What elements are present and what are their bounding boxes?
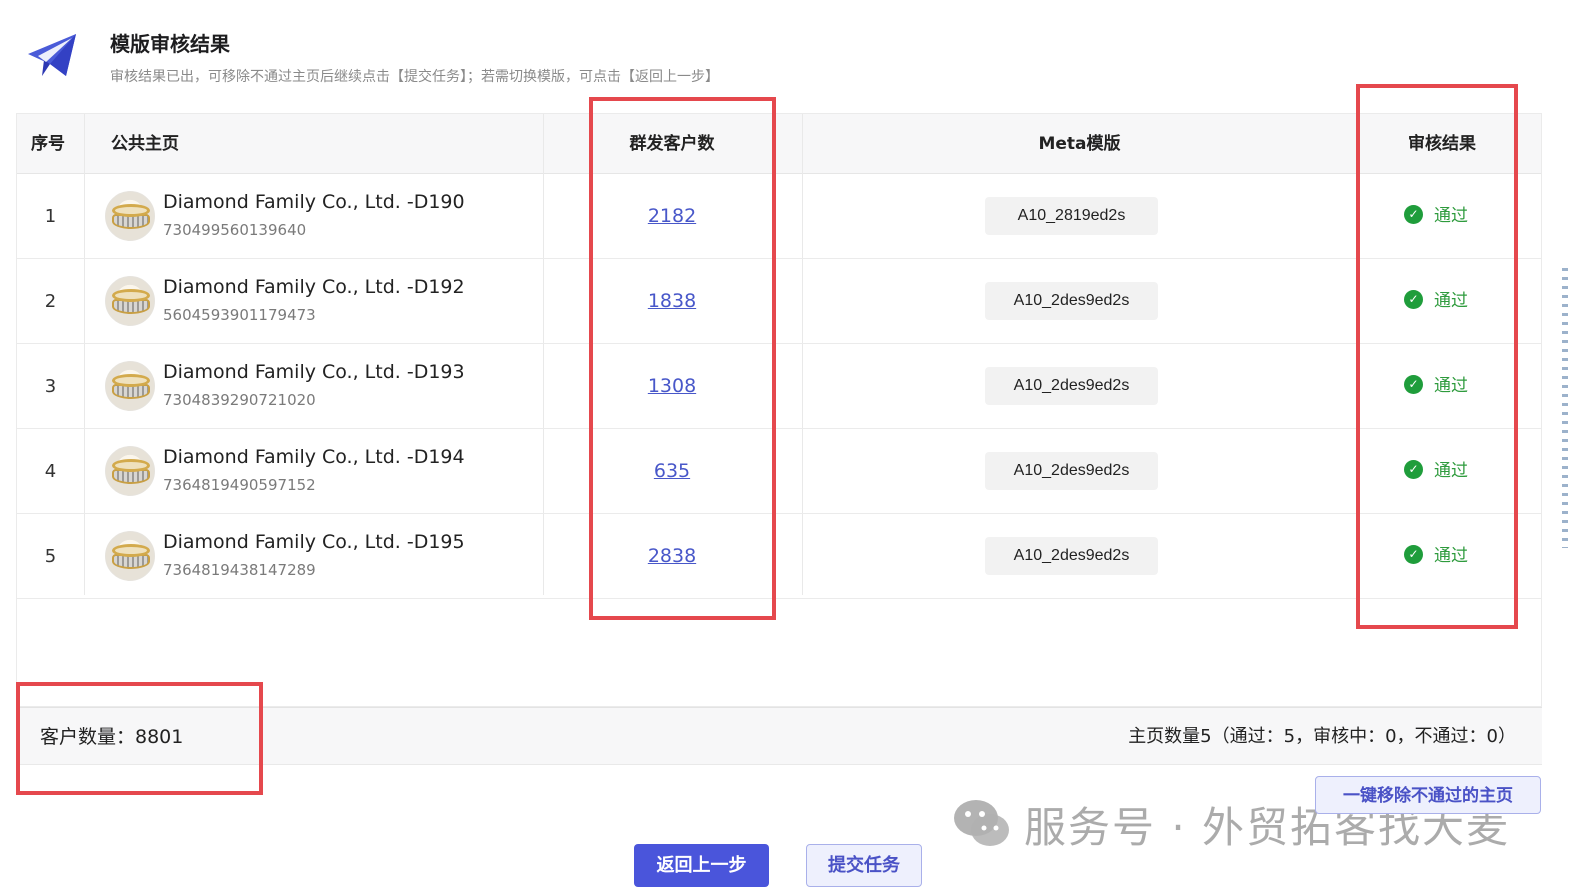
row-number: 2 [44,291,57,312]
review-status-label: 通过 [1434,461,1468,481]
avatar [105,361,155,411]
page-id: 5604593901179473 [163,306,316,324]
review-status: ✓ 通过 [1404,344,1468,429]
page-name: Diamond Family Co., Ltd. -D192 [163,276,465,298]
summary-bar: 客户数量：8801 主页数量5（通过：5，审核中：0，不通过：0） [16,707,1542,765]
table-row: 1 Diamond Family Co., Ltd. -D190 730499560… [17,174,1541,259]
customer-count-link[interactable]: 1838 [543,259,801,344]
customer-count-link[interactable]: 1308 [543,344,801,429]
check-circle-icon: ✓ [1404,204,1423,224]
side-scroll-indicator[interactable] [1562,268,1568,548]
column-header-review-result: 审核结果 [1408,134,1476,154]
review-status-label: 通过 [1434,291,1468,311]
page-id: 7364819438147289 [163,561,316,579]
meta-template-tag: A10_2819ed2s [985,197,1158,235]
page-name: Diamond Family Co., Ltd. -D194 [163,446,465,468]
meta-template-tag: A10_2des9ed2s [985,537,1158,575]
page-id: 7364819490597152 [163,476,316,494]
avatar [105,191,155,241]
page-name: Diamond Family Co., Ltd. -D193 [163,361,465,383]
column-header-meta-template: Meta模版 [1038,134,1121,154]
column-header-no: 序号 [31,134,65,154]
customer-total: 客户数量：8801 [40,726,184,748]
row-number: 3 [44,376,57,397]
row-number: 1 [44,206,57,227]
review-status-label: 通过 [1434,376,1468,396]
column-header-page: 公共主页 [111,134,179,154]
page-stats: 主页数量5（通过：5，审核中：0，不通过：0） [1128,726,1516,747]
review-status-label: 通过 [1434,546,1468,566]
table-row: 5 Diamond Family Co., Ltd. -D195 736481943… [17,514,1541,599]
check-circle-icon: ✓ [1404,374,1423,394]
table-row: 2 Diamond Family Co., Ltd. -D192 560459390… [17,259,1541,344]
page-name: Diamond Family Co., Ltd. -D190 [163,191,465,213]
avatar [105,446,155,496]
meta-template-tag: A10_2des9ed2s [985,282,1158,320]
meta-template-tag: A10_2des9ed2s [985,452,1158,490]
page-id: 730499560139640 [163,221,307,239]
table-header: 序号 公共主页 群发客户数 Meta模版 审核结果 [17,114,1541,174]
meta-template-tag: A10_2des9ed2s [985,367,1158,405]
row-number: 4 [44,461,57,482]
review-status: ✓ 通过 [1404,514,1468,599]
remove-failed-pages-button[interactable]: 一键移除不通过的主页 [1315,776,1541,814]
paper-plane-icon [28,34,76,76]
page-header: 模版审核结果 审核结果已出，可移除不通过主页后继续点击【提交任务】；若需切换模版… [0,0,1575,110]
table-row: 4 Diamond Family Co., Ltd. -D194 736481949… [17,429,1541,514]
column-header-customer-count: 群发客户数 [629,134,715,154]
customer-count-link[interactable]: 635 [543,429,801,514]
check-circle-icon: ✓ [1404,289,1423,309]
wechat-icon [952,798,1012,850]
page-id: 7304839290721020 [163,391,316,409]
check-circle-icon: ✓ [1404,459,1423,479]
review-status: ✓ 通过 [1404,429,1468,514]
avatar [105,276,155,326]
table-row: 3 Diamond Family Co., Ltd. -D193 730483929… [17,344,1541,429]
review-status-label: 通过 [1434,206,1468,226]
submit-task-button[interactable]: 提交任务 [806,844,922,887]
customer-count-link[interactable]: 2838 [543,514,801,599]
row-number: 5 [44,546,57,567]
review-result-table: 序号 公共主页 群发客户数 Meta模版 审核结果 1 Diamond Famil… [16,113,1542,707]
avatar [105,531,155,581]
review-status: ✓ 通过 [1404,174,1468,259]
page-title: 模版审核结果 [110,32,230,56]
back-button[interactable]: 返回上一步 [634,844,769,887]
page-name: Diamond Family Co., Ltd. -D195 [163,531,465,553]
page-subtitle: 审核结果已出，可移除不通过主页后继续点击【提交任务】；若需切换模版，可点击【返回… [110,69,719,85]
customer-count-link[interactable]: 2182 [543,174,801,259]
check-circle-icon: ✓ [1404,544,1423,564]
review-status: ✓ 通过 [1404,259,1468,344]
